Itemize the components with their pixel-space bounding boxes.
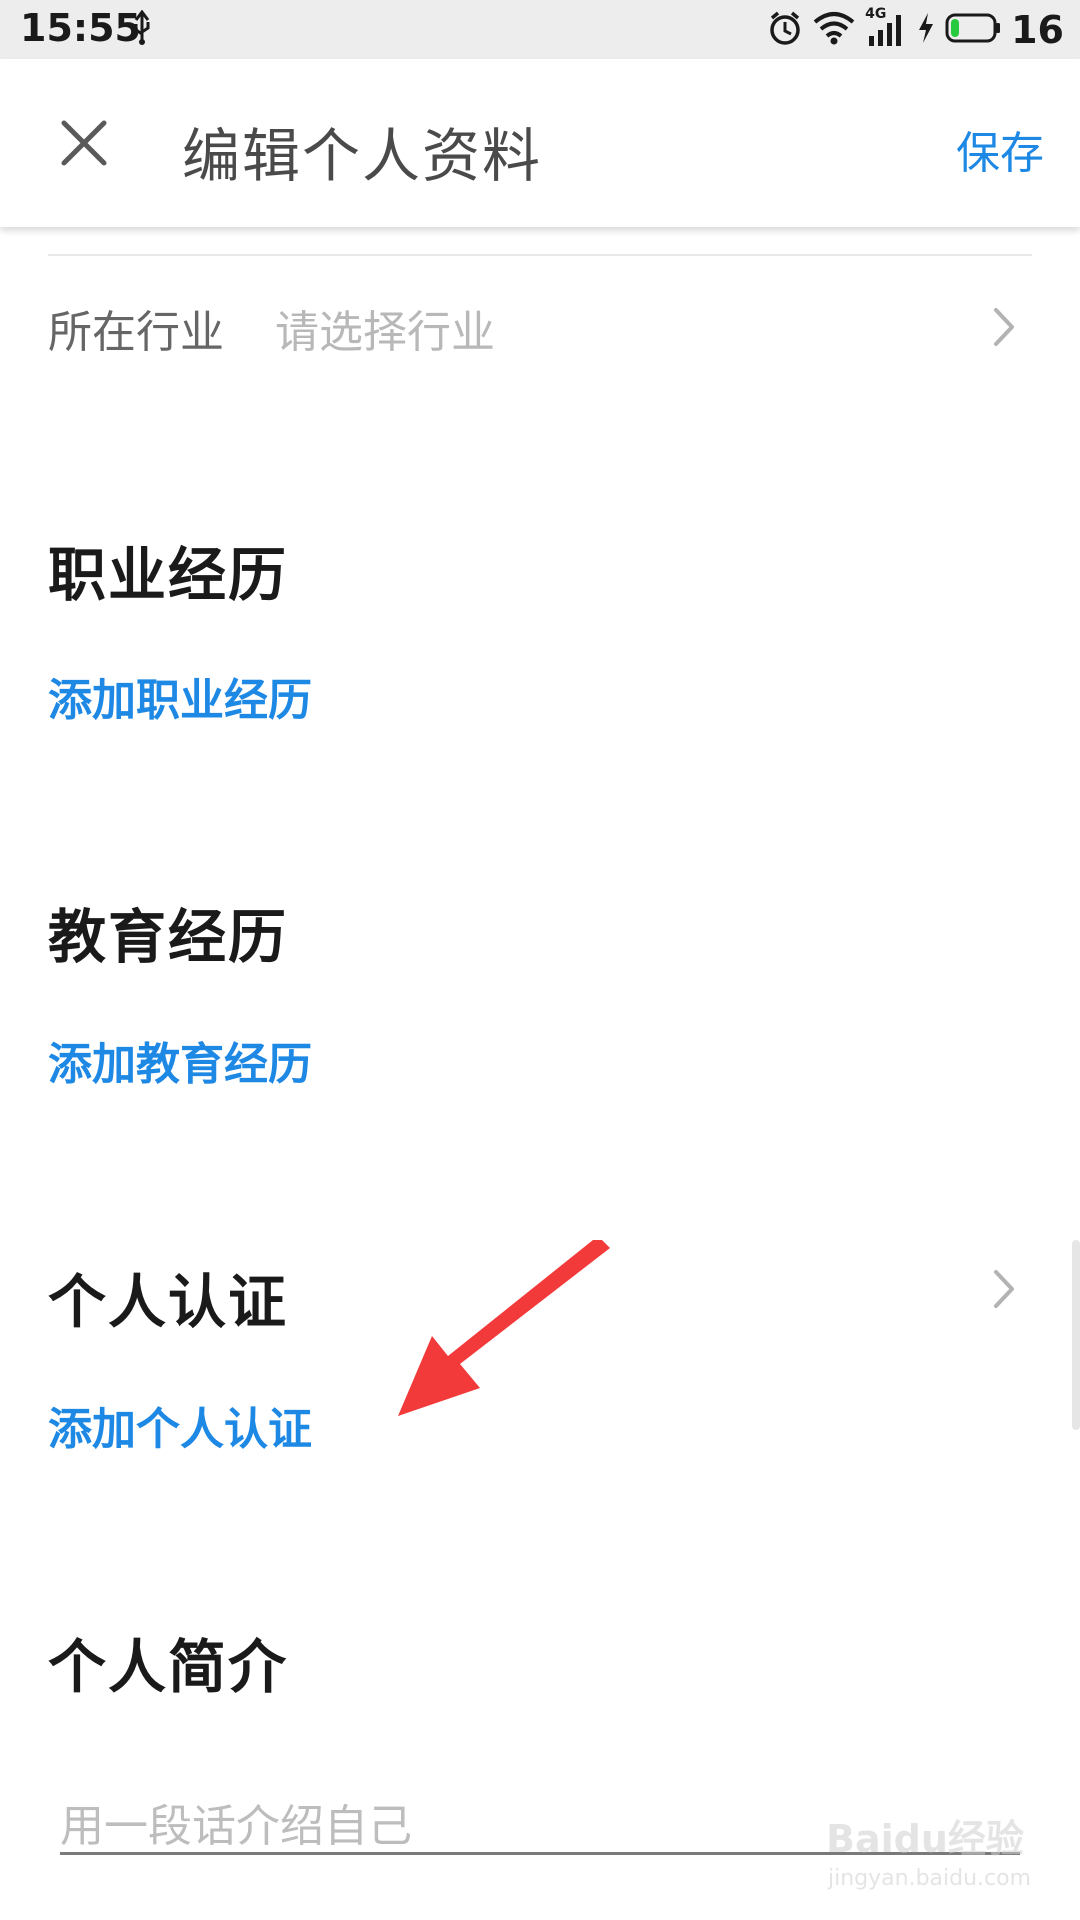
app-bar: 编辑个人资料 保存 [0, 59, 1080, 227]
page-title: 编辑个人资料 [182, 122, 543, 190]
close-icon [61, 120, 107, 166]
industry-label: 所在行业 [48, 307, 224, 358]
divider [48, 254, 1032, 256]
intro-section-title: 个人简介 [48, 1633, 289, 1701]
close-button[interactable] [56, 115, 112, 171]
battery-level: 16 [1011, 8, 1064, 52]
save-button[interactable]: 保存 [956, 117, 1044, 181]
chevron-right-icon [994, 308, 1014, 346]
career-section-title: 职业经历 [48, 541, 289, 609]
annotation-arrow-icon [398, 1240, 610, 1416]
add-certification-link[interactable]: 添加个人认证 [48, 1393, 312, 1457]
add-education-link[interactable]: 添加教育经历 [48, 1028, 312, 1092]
industry-selector[interactable]: 所在行业 请选择行业 [0, 290, 1080, 366]
watermark-brand: Baidu经验 [826, 1817, 1024, 1861]
education-section-title: 教育经历 [48, 903, 289, 971]
status-time: 15:55 [20, 6, 141, 50]
wifi-icon [813, 11, 855, 49]
add-career-link[interactable]: 添加职业经历 [48, 664, 312, 728]
baidu-watermark: Baidu经验 jingyan.baidu.com [826, 1808, 1031, 1898]
status-bar: 15:55 4G 16 [0, 0, 1080, 59]
watermark-url: jingyan.baidu.com [828, 1866, 1032, 1891]
intro-input[interactable]: 用一段话介绍自己 [60, 1790, 412, 1854]
usb-icon [132, 9, 152, 50]
certification-chevron-icon[interactable] [990, 1266, 1018, 1312]
signal-icon: 4G [865, 6, 907, 48]
charging-icon [917, 12, 935, 48]
industry-placeholder: 请选择行业 [275, 307, 495, 358]
battery-icon [945, 13, 1001, 47]
scrollbar[interactable] [1072, 1240, 1080, 1430]
alarm-icon [767, 10, 803, 50]
certification-section-title: 个人认证 [48, 1268, 289, 1336]
status-icons: 4G 16 [767, 6, 1064, 52]
